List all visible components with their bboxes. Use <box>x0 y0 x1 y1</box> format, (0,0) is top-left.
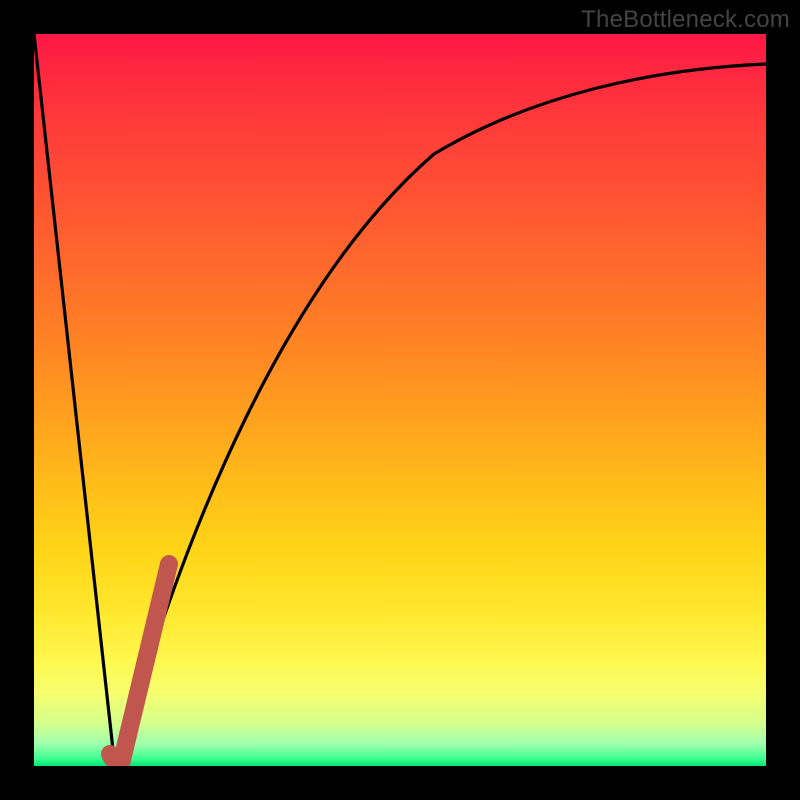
chart-frame: TheBottleneck.com <box>0 0 800 800</box>
plot-area <box>34 34 766 766</box>
highlight-segment-path <box>110 564 169 761</box>
watermark-text: TheBottleneck.com <box>581 6 790 34</box>
curve-layer <box>34 34 766 766</box>
